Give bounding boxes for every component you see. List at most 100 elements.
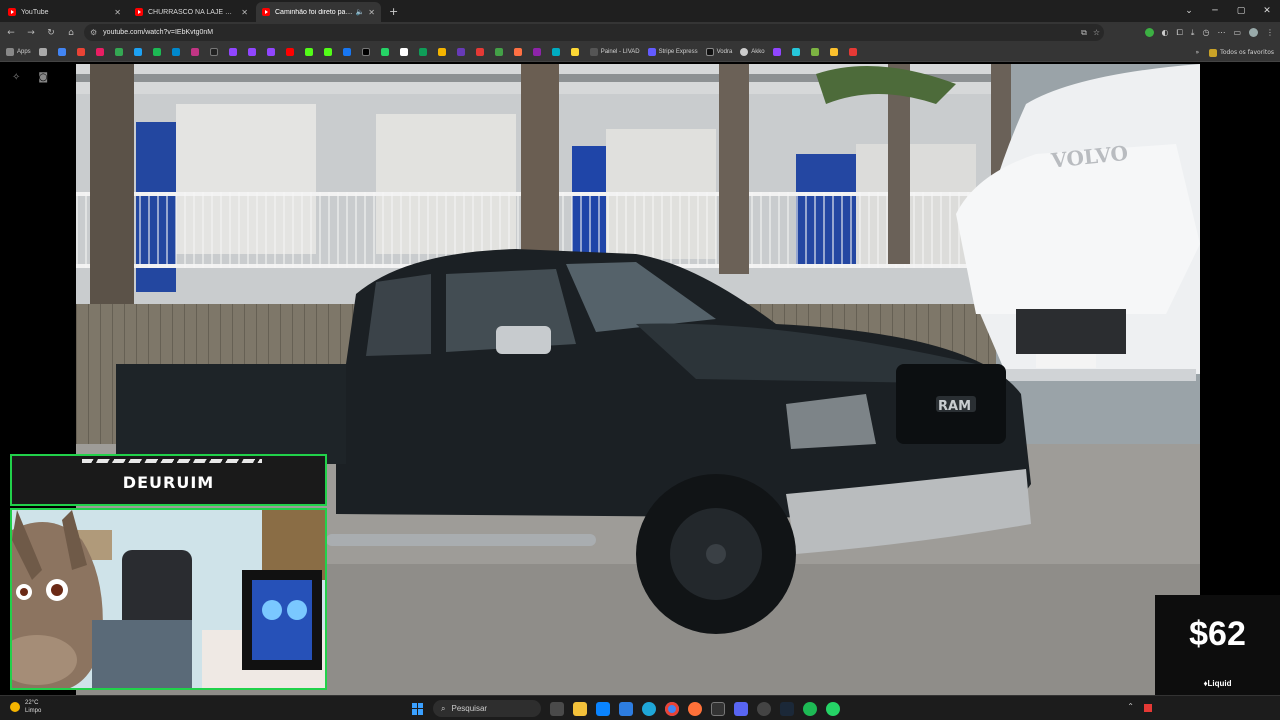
telegram-icon bbox=[171, 48, 180, 56]
browser-tab-churrasco[interactable]: CHURRASCO NA LAJE QUASE DEU ✕ bbox=[129, 2, 254, 22]
apps-grid-icon bbox=[6, 48, 14, 56]
bookmark-tile[interactable] bbox=[532, 48, 544, 56]
bookmark-painel[interactable]: Painel - LIVAD bbox=[589, 48, 640, 56]
close-tab-icon[interactable]: ✕ bbox=[241, 8, 248, 17]
bookmark-stripe[interactable]: Stripe Express bbox=[647, 48, 698, 56]
bookmark-tile[interactable] bbox=[437, 48, 449, 56]
bookmark-tile[interactable] bbox=[361, 48, 373, 56]
bookmark-tile[interactable] bbox=[304, 48, 316, 56]
profile-avatar[interactable] bbox=[1249, 28, 1258, 37]
bookmark-tile[interactable] bbox=[570, 48, 582, 56]
camera-icon[interactable]: ◙ bbox=[38, 72, 48, 83]
bookmark-tile[interactable] bbox=[285, 48, 297, 56]
bookmark-tile[interactable] bbox=[772, 48, 784, 56]
bookmark-tile[interactable] bbox=[791, 48, 803, 56]
reload-icon[interactable]: ↻ bbox=[42, 24, 60, 42]
bookmark-tile[interactable] bbox=[494, 48, 506, 56]
home-icon[interactable]: ⌂ bbox=[62, 24, 80, 42]
twitch-icon bbox=[228, 48, 237, 56]
youtube-favicon-icon bbox=[135, 8, 143, 16]
site-info-icon[interactable]: ⚙ bbox=[90, 28, 97, 37]
bookmark-star-icon[interactable]: ☆ bbox=[1093, 28, 1100, 37]
bookmark-akko[interactable]: Akko bbox=[740, 48, 765, 56]
close-tab-icon[interactable]: ✕ bbox=[368, 8, 375, 17]
taskbar-search[interactable]: ⌕ Pesquisar bbox=[433, 700, 541, 717]
bookmark-tile[interactable] bbox=[456, 48, 468, 56]
tray-expand-icon[interactable]: ⌃ bbox=[1127, 702, 1134, 712]
all-bookmarks[interactable]: » Todos os favoritos bbox=[1196, 43, 1274, 62]
weather-widget[interactable]: 22°C Limpo bbox=[10, 699, 41, 715]
maximize-icon[interactable]: ▢ bbox=[1228, 0, 1254, 22]
bookmark-tile[interactable] bbox=[114, 48, 126, 56]
obs-icon[interactable] bbox=[757, 701, 771, 716]
task-view-icon[interactable] bbox=[550, 701, 564, 716]
browser-tab-caminhao[interactable]: Caminhão foi direto para o 🔈 ✕ bbox=[256, 2, 381, 22]
bookmark-tile[interactable] bbox=[38, 48, 50, 56]
sidebar-icon[interactable]: ▭ bbox=[1233, 28, 1241, 37]
bookmark-tile[interactable] bbox=[323, 48, 335, 56]
bookmark-tile[interactable] bbox=[209, 48, 221, 56]
menu-icon[interactable]: ⋮ bbox=[1266, 28, 1274, 37]
bookmark-tile[interactable] bbox=[551, 48, 563, 56]
extension-icon[interactable]: ◐ bbox=[1162, 28, 1169, 37]
browser-tab-youtube[interactable]: YouTube ✕ bbox=[2, 2, 127, 22]
edge-icon[interactable] bbox=[642, 701, 656, 716]
bookmark-tile[interactable] bbox=[829, 48, 841, 56]
spotify-icon[interactable] bbox=[803, 701, 817, 716]
close-window-icon[interactable]: ✕ bbox=[1254, 0, 1280, 22]
bookmark-tile[interactable] bbox=[380, 48, 392, 56]
bookmark-tile[interactable] bbox=[57, 48, 69, 56]
bookmark-vodra[interactable]: Vodra bbox=[705, 48, 732, 56]
firefox-icon[interactable] bbox=[688, 701, 702, 716]
extensions-puzzle-icon[interactable]: ⧠ bbox=[1177, 28, 1183, 38]
back-icon[interactable]: ← bbox=[2, 24, 20, 42]
outlook-icon[interactable] bbox=[596, 701, 610, 716]
terminal-icon[interactable] bbox=[711, 701, 725, 716]
bookmark-tile[interactable] bbox=[133, 48, 145, 56]
bookmark-tile[interactable] bbox=[95, 48, 107, 56]
steam-icon[interactable] bbox=[780, 701, 794, 716]
windows-start-icon[interactable] bbox=[412, 702, 424, 715]
bookmark-tile[interactable] bbox=[475, 48, 487, 56]
address-bar[interactable]: ⚙ youtube.com/watch?v=IEbKvtg0nM ⧉ ☆ bbox=[84, 24, 1104, 41]
bookmark-tile[interactable] bbox=[247, 48, 259, 56]
bookmark-tile[interactable] bbox=[399, 48, 411, 56]
store-icon[interactable] bbox=[619, 701, 633, 716]
magic-wand-icon[interactable]: ✧ bbox=[12, 72, 20, 83]
close-tab-icon[interactable]: ✕ bbox=[114, 8, 121, 17]
whatsapp-icon[interactable] bbox=[826, 701, 840, 716]
chrome-icon[interactable] bbox=[665, 701, 679, 716]
bookmark-tile[interactable] bbox=[342, 48, 354, 56]
bookmark-tile[interactable] bbox=[266, 48, 278, 56]
extension-icon[interactable]: ⋯ bbox=[1217, 28, 1225, 37]
bookmark-tile[interactable] bbox=[190, 48, 202, 56]
new-tab-icon[interactable]: + bbox=[389, 2, 398, 22]
bookmark-tile[interactable] bbox=[513, 48, 525, 56]
site-favicon-icon bbox=[772, 48, 781, 56]
extension-icon[interactable] bbox=[1144, 28, 1154, 37]
more-bookmarks-icon[interactable]: » bbox=[1196, 49, 1200, 56]
bookmark-tile[interactable] bbox=[418, 48, 430, 56]
file-explorer-icon[interactable] bbox=[573, 701, 587, 716]
webcam-scene bbox=[12, 510, 325, 688]
bookmark-tile[interactable] bbox=[810, 48, 822, 56]
donation-widget: $62 ♦Liquid bbox=[1155, 595, 1280, 695]
minimize-icon[interactable]: ─ bbox=[1202, 0, 1228, 22]
tray-app-icon[interactable] bbox=[1144, 704, 1152, 712]
bookmark-tile[interactable] bbox=[171, 48, 183, 56]
discord-icon[interactable] bbox=[734, 701, 748, 716]
forward-icon[interactable]: → bbox=[22, 24, 40, 42]
bookmark-tile[interactable] bbox=[848, 48, 860, 56]
bookmark-tile[interactable] bbox=[152, 48, 164, 56]
site-favicon-icon bbox=[456, 48, 465, 56]
bookmark-apps[interactable]: Apps bbox=[6, 48, 31, 56]
site-favicon-icon bbox=[589, 48, 598, 56]
stream-controls: ✧ ◙ bbox=[12, 72, 48, 83]
speaker-icon[interactable]: 🔈 bbox=[356, 8, 365, 16]
install-app-icon[interactable]: ⧉ bbox=[1081, 28, 1087, 38]
bookmark-tile[interactable] bbox=[76, 48, 88, 56]
downloads-icon[interactable]: ⤓ bbox=[1191, 28, 1195, 38]
history-icon[interactable]: ◷ bbox=[1202, 28, 1209, 37]
bookmark-tile[interactable] bbox=[228, 48, 240, 56]
tab-search-icon[interactable]: ⌄ bbox=[1176, 0, 1202, 22]
